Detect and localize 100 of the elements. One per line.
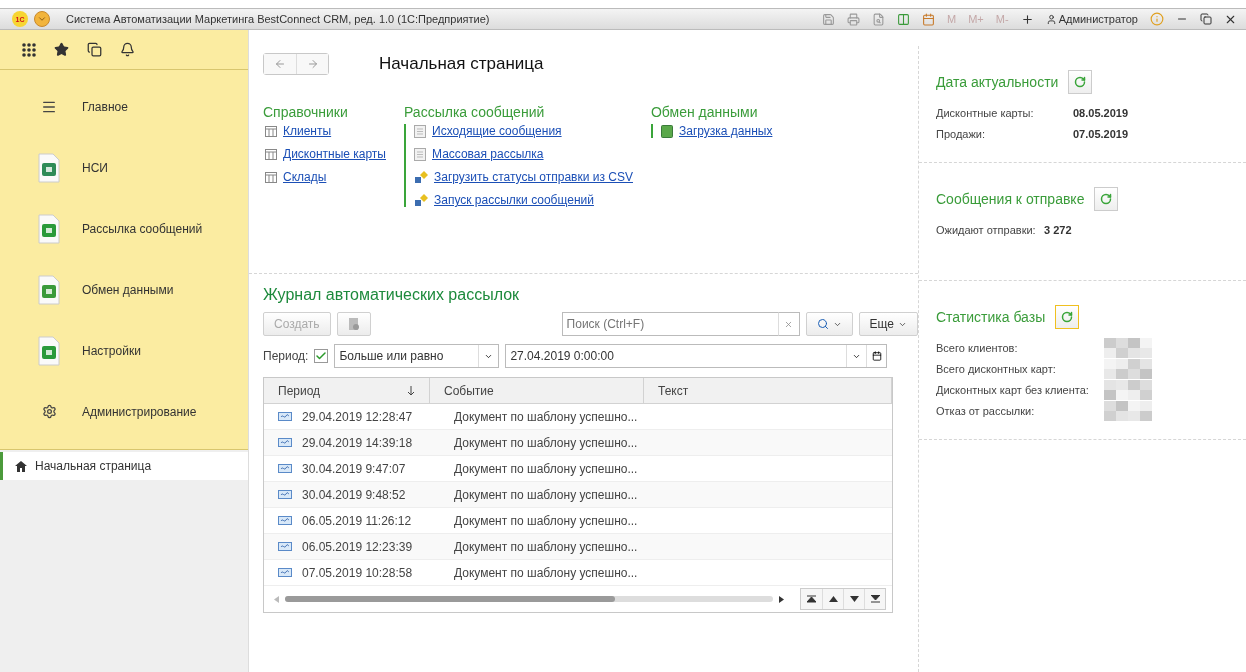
record-icon	[278, 516, 292, 525]
document-add-icon	[347, 317, 360, 331]
more-button[interactable]: Еще	[858, 312, 918, 336]
notifications-icon[interactable]	[120, 42, 135, 57]
favorites-icon[interactable]	[54, 42, 69, 57]
document-icon	[37, 274, 61, 305]
section-title: Рассылка сообщений	[404, 104, 546, 120]
panel-title: Статистика базы	[936, 309, 1046, 325]
section-title: Справочники	[263, 104, 349, 120]
table-cell-text: 29.04.2019 12:28:47	[301, 409, 414, 424]
stat-value: 07.05.2019	[1073, 127, 1129, 140]
user-button[interactable]: Администратор	[1042, 10, 1141, 28]
section-link[interactable]: Клиенты	[265, 124, 386, 138]
down-triangle-icon	[849, 596, 859, 602]
condition-field[interactable]: Больше или равно	[334, 344, 500, 368]
panel-title: Дата актуальности	[936, 74, 1059, 90]
record-icon	[278, 412, 292, 421]
table-cell-text: 30.04.2019 9:47:07	[301, 461, 407, 476]
stat-label: Ожидают отправки:	[936, 223, 1037, 236]
page-up-button[interactable]	[822, 589, 843, 609]
arrow-right-icon	[306, 58, 319, 70]
period-label: Период:	[263, 349, 309, 363]
last-icon	[870, 595, 880, 603]
section-title: Обмен данными	[651, 104, 759, 120]
file-search-icon	[872, 12, 886, 26]
table-cell-text: Документ по шаблону успешно...	[453, 565, 639, 580]
table-icon	[265, 125, 277, 137]
column-header[interactable]: Период	[264, 378, 430, 403]
page-title: Начальная страница	[379, 54, 544, 74]
period-checkbox[interactable]	[314, 349, 329, 363]
section-link[interactable]: Загрузка данных	[661, 124, 773, 138]
record-icon	[278, 568, 292, 577]
table-cell-text: Документ по шаблону успешно...	[453, 461, 639, 476]
refresh-button[interactable]	[1055, 305, 1080, 329]
column-header[interactable]: Событие	[430, 378, 644, 403]
book-icon	[661, 124, 673, 138]
sidebar-item[interactable]: НСИ	[0, 137, 248, 198]
scroll-left-icon[interactable]	[274, 595, 279, 603]
calendar-icon	[922, 12, 936, 26]
main-menu-button[interactable]	[34, 11, 50, 27]
section-link[interactable]: Запуск рассылки сообщений	[414, 193, 633, 207]
refresh-icon	[1074, 76, 1087, 88]
first-page-button[interactable]	[801, 589, 822, 609]
restore-icon	[1200, 13, 1212, 25]
scroll-right-icon[interactable]	[779, 595, 784, 603]
table-cell-text: Документ по шаблону успешно...	[453, 513, 639, 528]
table-cell-text: 07.05.2019 10:28:58	[301, 565, 414, 580]
record-icon	[278, 438, 292, 447]
copy-button[interactable]	[336, 312, 371, 336]
apps-grid-icon[interactable]	[22, 42, 36, 57]
section-link[interactable]: Загрузить статусы отправки из CSV	[414, 170, 633, 184]
document-icon	[414, 124, 426, 138]
search-button[interactable]	[805, 312, 853, 336]
clear-button[interactable]	[777, 312, 800, 336]
table-cell-text: Документ по шаблону успешно...	[453, 539, 639, 554]
stat-label: Всего дисконтных карт:	[936, 362, 1057, 375]
open-window-item[interactable]: Начальная страница	[0, 452, 248, 480]
sidebar-item[interactable]: Главное	[0, 76, 248, 137]
last-page-button[interactable]	[864, 589, 885, 609]
horizontal-scrollbar[interactable]	[285, 596, 773, 602]
stat-label: Отказ от рассылки:	[936, 404, 1036, 417]
plus-icon	[1020, 12, 1034, 26]
sidebar-item[interactable]: Обмен данными	[0, 259, 248, 320]
section-link[interactable]: Дисконтные карты	[265, 147, 386, 161]
date-field[interactable]: 27.04.2019 0:00:00	[505, 344, 888, 368]
table-row[interactable]: 29.04.2019 14:39:18 Документ по шаблону успешно...	[264, 430, 892, 456]
table-cell-text: 29.04.2019 14:39:18	[301, 435, 414, 450]
section-link[interactable]: Исходящие сообщения	[414, 124, 633, 138]
table-row[interactable]: 06.05.2019 12:23:39 Документ по шаблону успешно...	[264, 534, 892, 560]
record-icon	[278, 490, 292, 499]
column-header[interactable]: Текст	[644, 378, 892, 403]
table-icon	[265, 171, 277, 183]
process-icon	[414, 170, 428, 184]
record-icon	[278, 464, 292, 473]
user-icon	[1045, 13, 1057, 25]
stat-label: Дисконтные карты:	[936, 106, 1035, 119]
grid-icon	[897, 12, 911, 26]
home-icon	[15, 460, 27, 472]
refresh-icon	[1061, 311, 1074, 323]
sidebar-item[interactable]: Настройки	[0, 320, 248, 381]
settings-icon	[41, 404, 57, 419]
stat-label: Всего клиентов:	[936, 341, 1019, 354]
arrow-left-icon	[274, 58, 286, 70]
refresh-button[interactable]	[1094, 187, 1119, 211]
close-icon	[784, 319, 794, 329]
window-title: Система Автоматизации Маркетинга BestConnect CRM, ред. 1.0 (1С:Предприятие)	[66, 13, 491, 25]
sidebar-item[interactable]: Администрирование	[0, 381, 248, 442]
sidebar-item[interactable]: Рассылка сообщений	[0, 198, 248, 259]
section-link[interactable]: Массовая рассылка	[414, 147, 633, 161]
section-link[interactable]: Склады	[265, 170, 386, 184]
search-field[interactable]: Поиск (Ctrl+F)	[561, 312, 778, 336]
document-icon	[37, 335, 61, 366]
restore-button[interactable]	[1197, 10, 1215, 28]
calendar-icon	[871, 351, 882, 361]
page-down-button[interactable]	[843, 589, 864, 609]
table-cell-text: 30.04.2019 9:48:52	[301, 487, 407, 502]
panel-title: Сообщения к отправке	[936, 191, 1085, 207]
table-row[interactable]: 30.04.2019 9:48:52 Документ по шаблону успешно...	[264, 482, 892, 508]
stat-value: 08.05.2019	[1073, 106, 1129, 119]
refresh-button[interactable]	[1068, 70, 1093, 94]
